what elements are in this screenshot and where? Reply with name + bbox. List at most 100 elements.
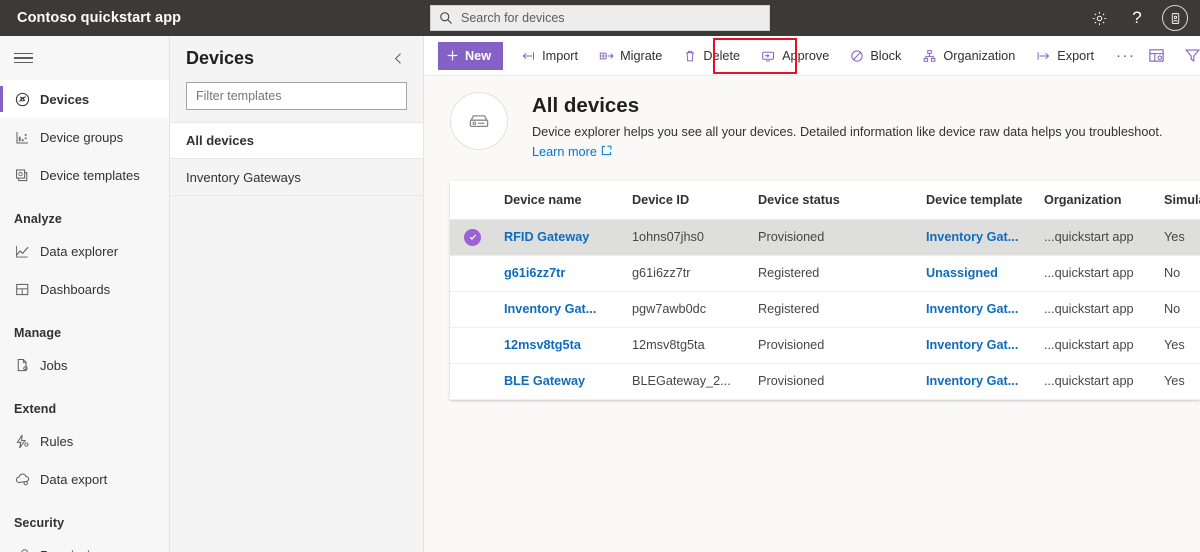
template-item-inventory-gateways[interactable]: Inventory Gateways	[170, 159, 423, 196]
device-name-link[interactable]: RFID Gateway	[504, 230, 589, 244]
cell-device-template[interactable]: Inventory Gat...	[918, 291, 1036, 327]
cell-device-id: 12msv8tg5ta	[624, 327, 750, 363]
cell-device-template[interactable]: Inventory Gat...	[918, 327, 1036, 363]
table-row[interactable]: RFID Gateway 1ohns07jhs0 Provisioned Inv…	[450, 219, 1200, 255]
device-name-link[interactable]: 12msv8tg5ta	[504, 338, 581, 352]
sidebar-item-label: Device groups	[40, 130, 123, 145]
cell-device-name[interactable]: Inventory Gat...	[496, 291, 624, 327]
cell-device-name[interactable]: RFID Gateway	[496, 219, 624, 255]
table-row[interactable]: 12msv8tg5ta 12msv8tg5ta Provisioned Inve…	[450, 327, 1200, 363]
export-button[interactable]: Export	[1027, 42, 1103, 69]
device-template-link[interactable]: Inventory Gat...	[926, 302, 1018, 316]
sidebar-item-jobs[interactable]: Jobs	[0, 346, 169, 384]
cell-device-name[interactable]: BLE Gateway	[496, 363, 624, 399]
app-root: Contoso quickstart app ?	[0, 0, 1200, 552]
checkmark-icon[interactable]	[464, 229, 481, 246]
device-name-link[interactable]: Inventory Gat...	[504, 302, 596, 316]
device-template-link[interactable]: Inventory Gat...	[926, 338, 1018, 352]
organization-icon	[922, 49, 937, 63]
template-item-all-devices[interactable]: All devices	[170, 122, 423, 159]
column-header-device-name[interactable]: Device name	[496, 181, 624, 219]
cell-device-template[interactable]: Inventory Gat...	[918, 363, 1036, 399]
cell-simulated: No	[1156, 291, 1200, 327]
table-row[interactable]: g61i6zz7tr g61i6zz7tr Registered Unassig…	[450, 255, 1200, 291]
block-button[interactable]: Block	[841, 42, 910, 69]
rules-icon	[14, 432, 40, 450]
device-name-link[interactable]: g61i6zz7tr	[504, 266, 565, 280]
devices-table-card: Device name Device ID Device status Devi…	[450, 181, 1200, 400]
select-all-header[interactable]	[450, 181, 496, 219]
cell-simulated: No	[1156, 255, 1200, 291]
devices-table-head: Device name Device ID Device status Devi…	[450, 181, 1200, 219]
learn-more-link[interactable]: Learn more	[532, 145, 612, 159]
permissions-icon	[14, 546, 40, 552]
dashboards-icon	[14, 280, 40, 298]
cell-device-template[interactable]: Unassigned	[918, 255, 1036, 291]
search-input[interactable]	[461, 11, 761, 25]
column-header-simulated[interactable]: Simulated	[1156, 181, 1200, 219]
export-button-label: Export	[1057, 49, 1094, 63]
device-template-link[interactable]: Inventory Gat...	[926, 230, 1018, 244]
approve-button[interactable]: Approve	[752, 42, 838, 69]
content-area: All devices Device explorer helps you se…	[424, 76, 1200, 552]
gear-icon[interactable]	[1082, 1, 1116, 35]
cell-device-status: Provisioned	[750, 363, 918, 399]
data-export-icon	[14, 470, 40, 488]
top-bar-icons: ?	[1082, 0, 1192, 36]
table-row[interactable]: BLE Gateway BLEGateway_2... Provisioned …	[450, 363, 1200, 399]
column-header-device-id[interactable]: Device ID	[624, 181, 750, 219]
import-button[interactable]: Import	[512, 42, 587, 69]
table-row[interactable]: Inventory Gat... pgw7awb0dc Registered I…	[450, 291, 1200, 327]
device-template-link[interactable]: Inventory Gat...	[926, 374, 1018, 388]
device-groups-icon	[14, 128, 40, 146]
cell-device-name[interactable]: 12msv8tg5ta	[496, 327, 624, 363]
row-select-cell[interactable]	[450, 327, 496, 363]
row-select-cell[interactable]	[450, 291, 496, 327]
more-options-button[interactable]: ···	[1106, 47, 1146, 64]
row-select-cell[interactable]	[450, 255, 496, 291]
sidebar-item-permissions[interactable]: Permissions	[0, 536, 169, 552]
approve-icon	[761, 49, 776, 63]
sidebar-group-manage: Manage	[0, 308, 169, 346]
migrate-icon	[599, 49, 614, 63]
sidebar-item-label: Data explorer	[40, 244, 118, 259]
column-header-device-template[interactable]: Device template	[918, 181, 1036, 219]
cell-device-id: 1ohns07jhs0	[624, 219, 750, 255]
search-box[interactable]	[430, 5, 770, 31]
filter-icon[interactable]	[1181, 45, 1200, 67]
cell-device-status: Provisioned	[750, 219, 918, 255]
delete-button[interactable]: Delete	[674, 42, 749, 69]
migrate-button[interactable]: Migrate	[590, 42, 671, 69]
devices-panel-header: Devices	[170, 36, 423, 80]
sidebar-item-devices[interactable]: Devices	[0, 80, 169, 118]
devices-table-body: RFID Gateway 1ohns07jhs0 Provisioned Inv…	[450, 219, 1200, 399]
sidebar-item-device-groups[interactable]: Device groups	[0, 118, 169, 156]
plus-icon	[446, 49, 459, 62]
column-header-device-status[interactable]: Device status	[750, 181, 918, 219]
organization-button[interactable]: Organization	[913, 42, 1024, 69]
device-name-link[interactable]: BLE Gateway	[504, 374, 585, 388]
cell-device-template[interactable]: Inventory Gat...	[918, 219, 1036, 255]
import-icon	[521, 49, 536, 63]
page-hero-text: All devices Device explorer helps you se…	[532, 92, 1163, 161]
row-select-cell[interactable]	[450, 363, 496, 399]
sidebar-item-dashboards[interactable]: Dashboards	[0, 270, 169, 308]
new-button[interactable]: New	[438, 42, 503, 70]
sidebar-item-device-templates[interactable]: Device templates	[0, 156, 169, 194]
sidebar-item-data-export[interactable]: Data export	[0, 460, 169, 498]
account-avatar-icon[interactable]	[1158, 1, 1192, 35]
toolbar-right-icons	[1145, 45, 1200, 67]
column-options-icon[interactable]	[1145, 45, 1167, 67]
help-icon[interactable]: ?	[1120, 1, 1154, 35]
hamburger-icon[interactable]	[0, 36, 169, 80]
sidebar-item-data-explorer[interactable]: Data explorer	[0, 232, 169, 270]
devices-icon	[14, 90, 40, 108]
column-header-organization[interactable]: Organization	[1036, 181, 1156, 219]
cell-device-name[interactable]: g61i6zz7tr	[496, 255, 624, 291]
new-button-label: New	[465, 49, 491, 63]
row-select-cell[interactable]	[450, 219, 496, 255]
filter-templates-input[interactable]	[186, 82, 407, 110]
device-template-link[interactable]: Unassigned	[926, 266, 998, 280]
sidebar-item-rules[interactable]: Rules	[0, 422, 169, 460]
chevron-left-icon[interactable]	[387, 47, 409, 69]
